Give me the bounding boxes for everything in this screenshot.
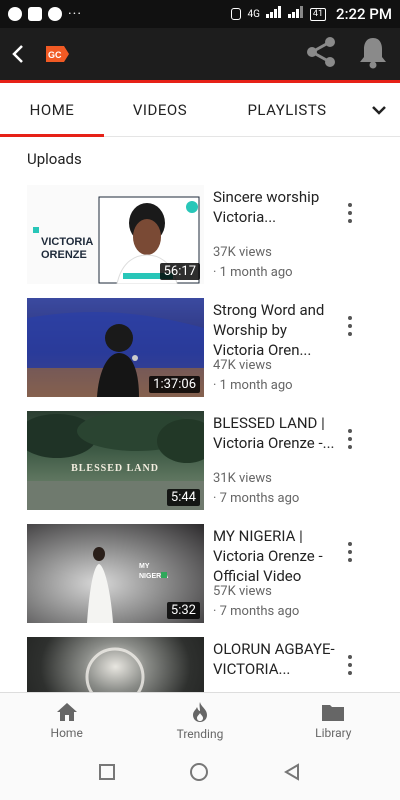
channel-tabs: HOME VIDEOS PLAYLISTS — [0, 83, 400, 137]
video-thumbnail[interactable]: BLESSED LAND 5:44 — [27, 411, 204, 510]
video-item[interactable]: VICTORIA ORENZE 56:17 Sincere worship Vi… — [0, 185, 400, 298]
video-thumbnail[interactable]: 1:37:06 — [27, 298, 204, 397]
chevron-down-icon — [372, 105, 386, 115]
signal-2-icon — [287, 6, 304, 22]
bottom-nav-label: Home — [50, 725, 83, 740]
vibrate-icon — [231, 8, 242, 20]
video-age: · 1 month ago — [213, 265, 293, 280]
back-arrow-icon — [12, 45, 23, 63]
flame-icon — [192, 701, 207, 722]
dot — [348, 316, 352, 320]
status-bar: ··· 4G 41 2:22 PM — [0, 0, 400, 28]
bell-icon — [360, 38, 386, 69]
shield-icon — [48, 7, 62, 21]
recents-button[interactable] — [99, 764, 115, 784]
channel-logo[interactable]: GC — [44, 44, 70, 64]
folder-icon — [322, 704, 345, 721]
video-title[interactable]: OLORUN AGBAYE-VICTORIA... — [213, 639, 338, 679]
video-title[interactable]: BLESSED LAND | Victoria Orenze -... — [213, 413, 338, 453]
share-icon — [307, 37, 335, 67]
svg-text:MY: MY — [139, 563, 150, 570]
dot — [348, 429, 352, 433]
dot — [348, 332, 352, 336]
dot — [348, 211, 352, 215]
bottom-nav-label: Trending — [176, 726, 224, 741]
video-list: VICTORIA ORENZE 56:17 Sincere worship Vi… — [0, 185, 400, 750]
dot — [348, 655, 352, 659]
video-views: 47K views — [213, 358, 272, 373]
dot — [348, 671, 352, 675]
video-more-button[interactable] — [340, 314, 360, 338]
status-left: ··· — [8, 6, 82, 22]
circle-icon — [190, 763, 208, 781]
video-item[interactable]: 1:37:06 Strong Word and Worship by Victo… — [0, 298, 400, 411]
notifications-button[interactable] — [358, 35, 388, 73]
app-root: ··· 4G 41 2:22 PM GC HOME VIDEOS PLAYLIS… — [0, 0, 400, 800]
video-thumbnail[interactable]: VICTORIA ORENZE 56:17 — [27, 185, 204, 284]
clock: 2:22 PM — [336, 5, 392, 23]
dot — [348, 663, 352, 667]
svg-text:GC: GC — [48, 50, 62, 60]
system-nav-bar — [0, 748, 400, 800]
dot — [348, 558, 352, 562]
whatsapp-icon — [8, 7, 22, 21]
svg-text:VICTORIA: VICTORIA — [41, 236, 93, 248]
dot — [348, 437, 352, 441]
video-duration: 1:37:06 — [149, 376, 200, 393]
more-notifications-icon: ··· — [68, 6, 82, 22]
dot — [348, 542, 352, 546]
video-views: 31K views — [213, 471, 272, 486]
bottom-nav-trending[interactable]: Trending — [133, 693, 266, 748]
app-bar: GC — [0, 28, 400, 80]
tab-videos[interactable]: VIDEOS — [104, 83, 216, 137]
video-item[interactable]: MY NIGERIA 5:32 MY NIGERIA | Victoria Or… — [0, 524, 400, 637]
tabs-more-button[interactable] — [358, 83, 400, 137]
square-icon — [99, 764, 115, 780]
video-title[interactable]: MY NIGERIA | Victoria Orenze - Official … — [213, 526, 338, 586]
video-more-button[interactable] — [340, 201, 360, 225]
tab-home[interactable]: HOME — [0, 83, 104, 137]
network-type: 4G — [247, 8, 260, 20]
video-age: · 7 months ago — [213, 491, 300, 506]
share-button[interactable] — [304, 35, 338, 73]
message-icon — [28, 7, 42, 21]
bottom-nav: Home Trending Library — [0, 692, 400, 748]
dot — [348, 550, 352, 554]
status-right: 4G 41 2:22 PM — [231, 5, 392, 23]
dot — [348, 445, 352, 449]
video-more-button[interactable] — [340, 653, 360, 677]
dot — [348, 324, 352, 328]
video-duration: 56:17 — [159, 263, 200, 280]
dot — [348, 219, 352, 223]
video-thumbnail[interactable]: MY NIGERIA 5:32 — [27, 524, 204, 623]
video-views: 37K views — [213, 245, 272, 260]
svg-text:ORENZE: ORENZE — [41, 249, 87, 261]
video-age: · 1 month ago — [213, 378, 293, 393]
video-views: 57K views — [213, 584, 272, 599]
home-icon — [56, 702, 77, 721]
bottom-nav-label: Library — [315, 725, 352, 740]
video-duration: 5:44 — [166, 489, 200, 506]
video-title[interactable]: Strong Word and Worship by Victoria Oren… — [213, 300, 338, 360]
section-title: Uploads — [27, 150, 82, 168]
video-more-button[interactable] — [340, 540, 360, 564]
bottom-nav-home[interactable]: Home — [0, 693, 133, 748]
bottom-nav-library[interactable]: Library — [267, 693, 400, 748]
video-duration: 5:32 — [166, 602, 200, 619]
back-button[interactable] — [2, 28, 34, 80]
back-system-button[interactable] — [283, 763, 301, 785]
video-more-button[interactable] — [340, 427, 360, 451]
triangle-back-icon — [284, 763, 299, 781]
home-system-button[interactable] — [189, 762, 209, 786]
video-item[interactable]: BLESSED LAND 5:44 BLESSED LAND | Victori… — [0, 411, 400, 524]
battery-level: 41 — [309, 7, 327, 21]
app-bar-actions — [304, 35, 400, 73]
video-age: · 7 months ago — [213, 604, 300, 619]
video-title[interactable]: Sincere worship Victoria... — [213, 187, 338, 227]
dot — [348, 203, 352, 207]
signal-icon — [265, 6, 282, 22]
tab-playlists[interactable]: PLAYLISTS — [216, 83, 358, 137]
svg-text:BLESSED LAND: BLESSED LAND — [71, 463, 159, 474]
